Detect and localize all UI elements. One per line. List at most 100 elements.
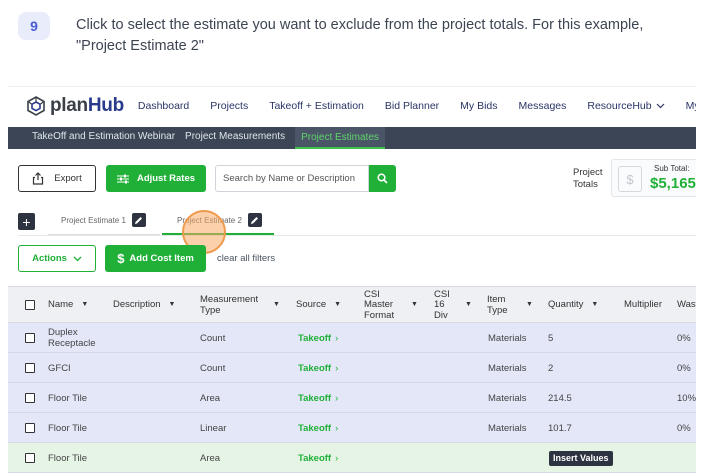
nav-takeoff-estimation[interactable]: Takeoff + Estimation bbox=[269, 100, 364, 112]
column-header-measurement-type[interactable]: Measurement Type bbox=[200, 287, 264, 324]
column-header-multiplier[interactable]: Multiplier bbox=[624, 287, 662, 324]
cell-item-type: Materials bbox=[488, 362, 527, 374]
cell-quantity: 5 bbox=[548, 332, 554, 344]
column-header-description[interactable]: Description ▼ bbox=[113, 287, 175, 324]
cell-quantity: 2 bbox=[548, 362, 554, 374]
subtotal-box: $ Sub Total: $5,165. bbox=[611, 159, 696, 197]
actions-label: Actions bbox=[32, 253, 67, 264]
step-instruction: Click to select the estimate you want to… bbox=[76, 17, 644, 54]
chevron-down-icon bbox=[656, 103, 665, 109]
logo-text-plan: plan bbox=[50, 95, 88, 116]
cell-waste: 0% bbox=[677, 422, 691, 434]
nav-projects[interactable]: Projects bbox=[210, 100, 248, 112]
subnav-project-measurements[interactable]: Project Measurements bbox=[185, 127, 285, 149]
cell-item-type: Materials bbox=[488, 332, 527, 344]
cell-name: Duplex Receptacle bbox=[48, 327, 96, 349]
column-header-csi-master-format[interactable]: CSI Master Format bbox=[364, 287, 400, 324]
project-totals-line2: Totals bbox=[573, 179, 598, 190]
add-cost-item-button[interactable]: $ Add Cost Item bbox=[105, 245, 206, 272]
table-row[interactable]: GFCI Count Takeoff › Materials 2 0% bbox=[8, 353, 696, 383]
column-header-item-type-sort[interactable]: ▼ bbox=[518, 287, 533, 324]
pencil-icon[interactable] bbox=[247, 213, 262, 227]
insert-values-badge[interactable]: Insert Values bbox=[549, 443, 613, 473]
tab-project-estimate-1-label: Project Estimate 1 bbox=[61, 215, 126, 225]
select-all-checkbox[interactable] bbox=[25, 300, 35, 310]
row-checkbox[interactable] bbox=[25, 363, 35, 373]
row-checkbox[interactable] bbox=[25, 453, 35, 463]
cell-name: Floor Tile bbox=[48, 422, 88, 434]
nav-messages[interactable]: Messages bbox=[519, 100, 567, 112]
cell-measurement-type: Linear bbox=[200, 422, 227, 434]
cell-measurement-type: Count bbox=[200, 332, 226, 344]
adjust-rates-button[interactable]: Adjust Rates bbox=[106, 165, 206, 192]
planhub-logo[interactable]: plan Hub bbox=[26, 95, 124, 117]
export-button[interactable]: Export bbox=[18, 165, 96, 192]
column-header-csi-16-div[interactable]: CSI 16 Div bbox=[434, 287, 456, 324]
cell-measurement-type: Area bbox=[200, 452, 221, 464]
cell-waste: 10% bbox=[677, 392, 696, 404]
nav-my-company[interactable]: My Company bbox=[686, 100, 696, 112]
cell-source-link[interactable]: Takeoff › bbox=[298, 323, 338, 353]
row-checkbox[interactable] bbox=[25, 393, 35, 403]
cell-name: GFCI bbox=[48, 362, 71, 374]
column-header-waste[interactable]: Wast bbox=[677, 287, 696, 324]
column-header-csi-16-sort[interactable]: ▼ bbox=[457, 287, 472, 324]
cell-source-link[interactable]: Takeoff › bbox=[298, 443, 338, 473]
cell-source-link[interactable]: Takeoff › bbox=[298, 353, 338, 383]
app-window: plan Hub Dashboard Projects Takeoff + Es… bbox=[8, 86, 696, 474]
sliders-icon bbox=[116, 174, 129, 183]
table-row[interactable]: Floor Tile Area Takeoff › Insert Values bbox=[8, 443, 696, 473]
subnav-project-estimates[interactable]: Project Estimates bbox=[295, 127, 385, 149]
column-header-csi-master-sort[interactable]: ▼ bbox=[403, 287, 418, 324]
cost-items-table: Name ▼ Description ▼ Measurement Type ▼ So… bbox=[8, 286, 696, 473]
nav-bid-planner[interactable]: Bid Planner bbox=[385, 100, 439, 112]
search-icon bbox=[377, 173, 388, 184]
export-label: Export bbox=[54, 173, 82, 184]
step-number-badge: 9 bbox=[18, 12, 50, 40]
clear-filters-link[interactable]: clear all filters bbox=[217, 253, 275, 264]
dollar-sign-icon: $ bbox=[117, 251, 125, 266]
column-header-quantity[interactable]: Quantity ▼ bbox=[548, 287, 598, 324]
column-header-measurement-type-sort[interactable]: ▼ bbox=[265, 287, 280, 324]
column-header-item-type[interactable]: Item Type bbox=[487, 287, 517, 324]
table-row[interactable]: Duplex Receptacle Count Takeoff › Materia… bbox=[8, 323, 696, 353]
table-row[interactable]: Floor Tile Area Takeoff › Materials 214.5… bbox=[8, 383, 696, 413]
planhub-logo-icon bbox=[27, 96, 45, 116]
project-totals-toggle-label: Project Totals bbox=[573, 167, 603, 191]
subnav-webinar[interactable]: TakeOff and Estimation Webinar bbox=[32, 127, 175, 149]
search-input[interactable]: Search by Name or Description bbox=[215, 165, 369, 192]
nav-resourcehub-label: ResourceHub bbox=[587, 100, 652, 112]
cell-quantity: 214.5 bbox=[548, 392, 572, 404]
adjust-rates-label: Adjust Rates bbox=[136, 173, 196, 184]
tab-project-estimate-1[interactable]: Project Estimate 1 bbox=[61, 213, 146, 227]
chevron-down-icon bbox=[73, 256, 82, 261]
nav-dashboard[interactable]: Dashboard bbox=[138, 100, 189, 112]
row-checkbox[interactable] bbox=[25, 423, 35, 433]
subtotal-value: $5,165. bbox=[650, 175, 696, 192]
cell-source-link[interactable]: Takeoff › bbox=[298, 413, 338, 443]
top-navigation: plan Hub Dashboard Projects Takeoff + Es… bbox=[8, 87, 696, 125]
export-icon bbox=[33, 172, 44, 185]
sub-navigation: TakeOff and Estimation Webinar Project M… bbox=[8, 127, 696, 149]
cell-quantity: 101.7 bbox=[548, 422, 572, 434]
add-estimate-button[interactable]: + bbox=[18, 213, 35, 230]
row-checkbox[interactable] bbox=[25, 333, 35, 343]
dollar-icon: $ bbox=[618, 166, 642, 192]
column-header-name[interactable]: Name ▼ bbox=[48, 287, 88, 324]
search-button[interactable] bbox=[369, 165, 396, 192]
nav-my-bids[interactable]: My Bids bbox=[460, 100, 497, 112]
tab-underline-inactive bbox=[48, 234, 160, 235]
logo-text-hub: Hub bbox=[87, 95, 124, 116]
actions-dropdown[interactable]: Actions bbox=[18, 245, 96, 272]
cell-name: Floor Tile bbox=[48, 392, 88, 404]
cell-source-link[interactable]: Takeoff › bbox=[298, 383, 338, 413]
table-row[interactable]: Floor Tile Linear Takeoff › Materials 101… bbox=[8, 413, 696, 443]
subtotal-label: Sub Total: bbox=[654, 164, 690, 173]
cell-measurement-type: Area bbox=[200, 392, 221, 404]
nav-resourcehub[interactable]: ResourceHub bbox=[587, 100, 665, 112]
column-header-source[interactable]: Source ▼ bbox=[296, 287, 341, 324]
table-header: Name ▼ Description ▼ Measurement Type ▼ So… bbox=[8, 286, 696, 323]
cell-item-type: Materials bbox=[488, 392, 527, 404]
pencil-icon[interactable] bbox=[131, 213, 146, 227]
cell-measurement-type: Count bbox=[200, 362, 226, 374]
